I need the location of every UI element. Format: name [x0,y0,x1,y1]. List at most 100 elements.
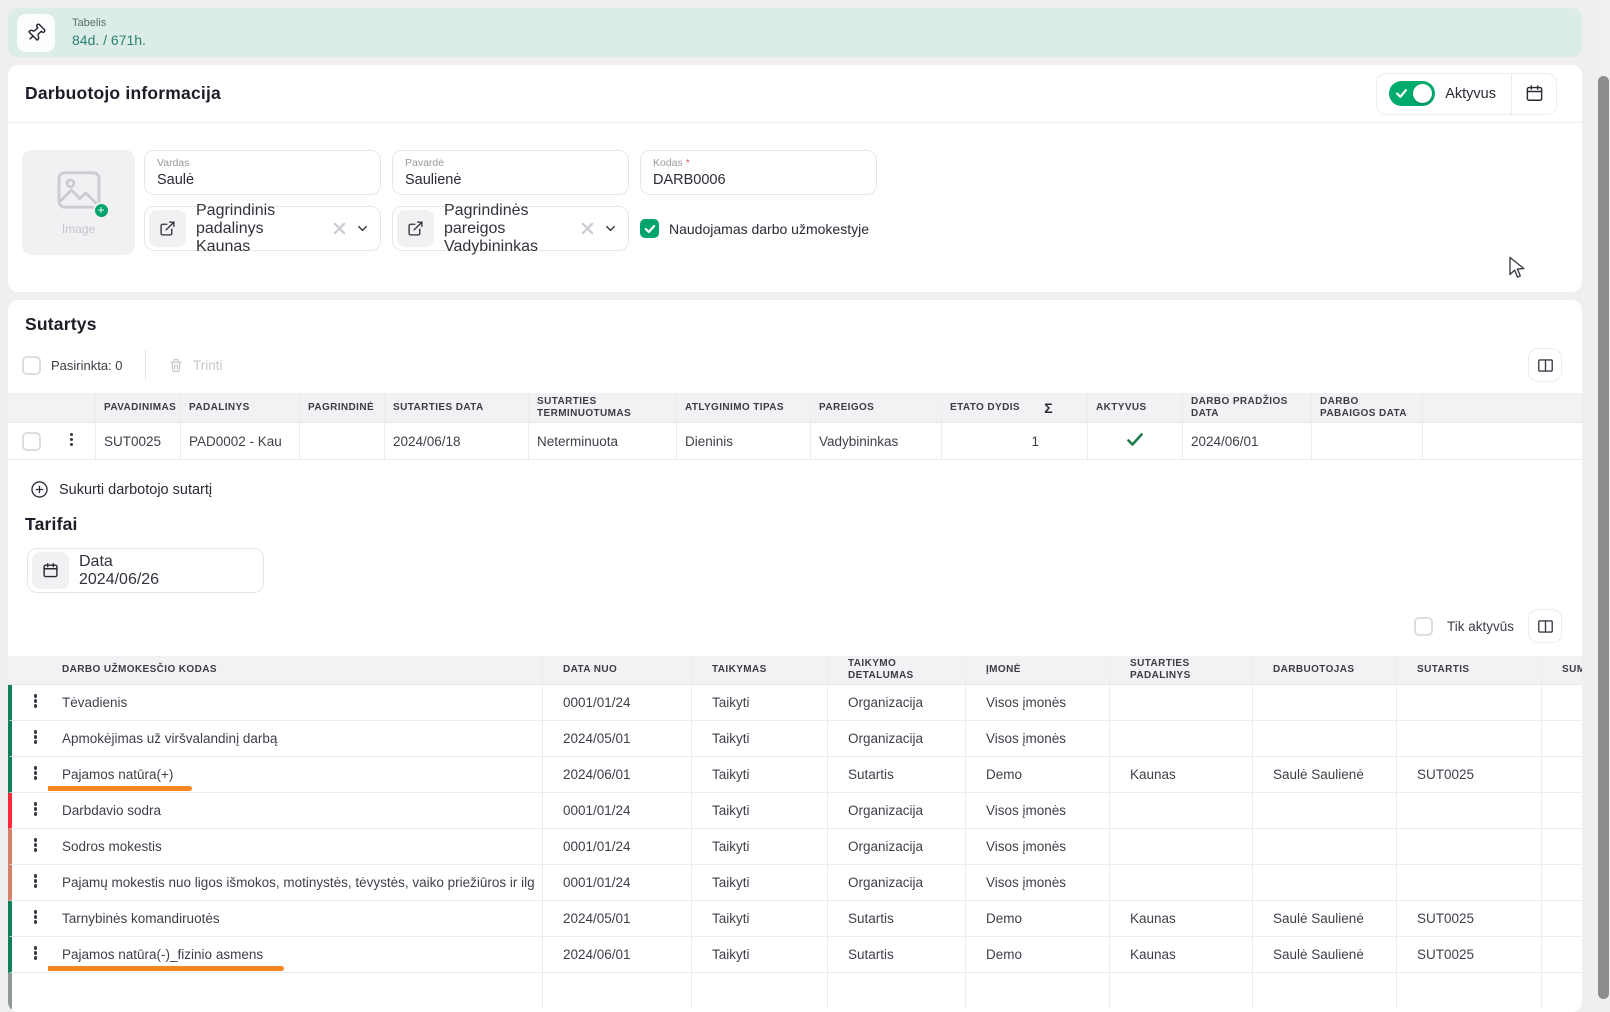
toggle-knob [1413,84,1432,103]
code-field[interactable]: Kodas * DARB0006 [640,150,877,195]
payroll-checkbox[interactable] [640,219,659,238]
col-aktyvus[interactable]: AKTYVUS [1088,393,1183,423]
cell-sutartis: SUT0025 [1397,757,1542,793]
pin-icon[interactable] [17,14,55,52]
cell-padalinys: Kaunas [1110,901,1253,937]
col-pagrindine[interactable]: PAGRINDINĖ [300,393,385,423]
col-atlyginimo-tipas[interactable]: ATLYGINIMO TIPAS [677,393,811,423]
selected-count-label: Pasirinkta: 0 [51,358,123,373]
cell-taikymas: Taikyti [692,901,828,937]
col-darbo-pabaigos[interactable]: DARBO PABAIGOS DATA [1312,393,1423,423]
only-active-checkbox[interactable] [1414,617,1433,636]
check-icon [644,223,656,235]
col-taikymo-detalumas[interactable]: TAIKYMO DETALUMAS [828,656,966,685]
row-menu-icon[interactable] [28,942,43,965]
scrollbar-thumb[interactable] [1598,76,1609,999]
clear-icon[interactable] [333,222,346,235]
col-terminuotumas[interactable]: SUTARTIES TERMINUOTUMAS [529,393,677,423]
table-row[interactable]: Sodros mokestis 0001/01/24 Taikyti Organ… [8,829,1582,865]
col-sutartis[interactable]: SUTARTIS [1397,656,1542,685]
clear-icon[interactable] [581,222,594,235]
table-row[interactable]: Tarnybinės komandiruotės 2024/05/01 Taik… [8,901,1582,937]
open-position-button[interactable] [397,210,434,247]
chevron-down-icon[interactable] [355,221,370,236]
col-pavadinimas[interactable]: PAVADINIMAS [96,393,181,423]
table-row-partial[interactable] [8,973,1582,1009]
scrollbar-track[interactable] [1596,0,1610,999]
col-kodas[interactable]: DARBO UŽMOKESČIO KODAS [48,656,543,685]
main-position-select[interactable]: Pagrindinės pareigos Vadybininkas [392,206,629,251]
table-row[interactable]: Tėvadienis 0001/01/24 Taikyti Organizaci… [8,685,1582,721]
chevron-down-icon[interactable] [603,221,618,236]
row-menu-icon[interactable] [64,428,79,451]
row-menu-icon[interactable] [28,762,43,785]
cell-padalinys: Kaunas [1110,937,1253,973]
cell-sutartis [1397,793,1542,829]
first-name-field[interactable]: Vardas Saulė [144,150,381,195]
row-menu-icon[interactable] [28,906,43,929]
col-suma[interactable]: SUMA [1542,656,1582,685]
select-all-checkbox[interactable] [22,356,41,375]
table-settings-button[interactable] [1528,348,1562,382]
row-menu-icon[interactable] [28,870,43,893]
row-menu-icon[interactable] [28,726,43,749]
row-menu-icon[interactable] [28,690,43,713]
cell-imone: Demo [966,757,1110,793]
table-settings-button[interactable] [1528,609,1562,643]
delete-button[interactable]: Trinti [168,357,223,374]
cell-suma [1542,865,1582,901]
last-name-field[interactable]: Pavardė Saulienė [392,150,629,195]
col-pareigos[interactable]: PAREIGOS [811,393,942,423]
contracts-title: Sutartys [25,314,1582,335]
external-link-icon [407,220,424,237]
col-taikymas[interactable]: TAIKYMAS [692,656,828,685]
table-row[interactable]: Darbdavio sodra 0001/01/24 Taikyti Organ… [8,793,1582,829]
row-menu-icon[interactable] [28,834,43,857]
table-row[interactable]: Pajamos natūra(+) 2024/06/01 Taikyti Sut… [8,757,1582,793]
date-picker-button[interactable] [32,552,69,589]
employee-photo-upload[interactable]: + Image [22,150,135,255]
tariff-code: Tarnybinės komandiruotės [62,911,220,926]
sum-icon[interactable]: Σ [1044,402,1053,414]
calendar-icon [42,562,59,579]
cell-detalumas: Sutartis [828,937,966,973]
active-toggle[interactable] [1389,81,1435,106]
cell-data-nuo: 2024/06/01 [543,757,692,793]
col-sutarties-padalinys[interactable]: SUTARTIES PADALINYS [1110,656,1253,685]
active-status-pill: Aktyvus [1376,73,1557,115]
contracts-card: Sutartys Pasirinkta: 0 Trinti PAVADINIMA… [8,300,1582,1012]
main-department-select[interactable]: Pagrindinis padalinys Kaunas [144,206,381,251]
col-etato-dydis[interactable]: ETATO DYDISΣ [942,393,1088,423]
col-imone[interactable]: ĮMONĖ [966,656,1110,685]
cell-suma [1542,757,1582,793]
cell-suma [1542,937,1582,973]
col-sutarties-data[interactable]: SUTARTIES DATA [385,393,529,423]
cell-detalumas: Organizacija [828,829,966,865]
table-row[interactable]: Apmokėjimas už viršvalandinį darbą 2024/… [8,721,1582,757]
table-row[interactable]: Pajamų mokestis nuo ligos išmokos, motin… [8,865,1582,901]
cell-data-nuo: 2024/05/01 [543,901,692,937]
contract-row[interactable]: SUT0025 PAD0002 - Kau 2024/06/18 Netermi… [8,423,1582,460]
open-department-button[interactable] [149,210,186,247]
row-checkbox[interactable] [22,432,41,451]
cell-taikymas: Taikyti [692,937,828,973]
col-darbo-pradzios[interactable]: DARBO PRADŽIOS DATA [1183,393,1312,423]
tariff-code: Apmokėjimas už viršvalandinį darbą [62,731,277,746]
last-name-value: Saulienė [405,172,616,188]
create-contract-button[interactable]: Sukurti darbotojo sutartį [30,480,212,499]
tariff-date-field[interactable]: Data 2024/06/26 [27,548,264,593]
last-name-label: Pavardė [405,157,616,169]
cell-suma [1542,901,1582,937]
table-row[interactable]: Pajamos natūra(-)_fizinio asmens 2024/06… [8,937,1582,973]
col-padalinys[interactable]: PADALINYS [181,393,300,423]
row-menu-icon[interactable] [28,798,43,821]
date-value: 2024/06/26 [79,571,253,589]
col-data-nuo[interactable]: DATA NUO [543,656,692,685]
code-label: Kodas [653,157,683,169]
contracts-table: PAVADINIMAS PADALINYS PAGRINDINĖ SUTARTI… [8,393,1582,460]
col-darbuotojas[interactable]: DARBUOTOJAS [1253,656,1397,685]
cell-padalinys [1110,685,1253,721]
cell-data-nuo: 0001/01/24 [543,793,692,829]
first-name-value: Saulė [157,172,368,188]
calendar-button[interactable] [1512,74,1556,114]
